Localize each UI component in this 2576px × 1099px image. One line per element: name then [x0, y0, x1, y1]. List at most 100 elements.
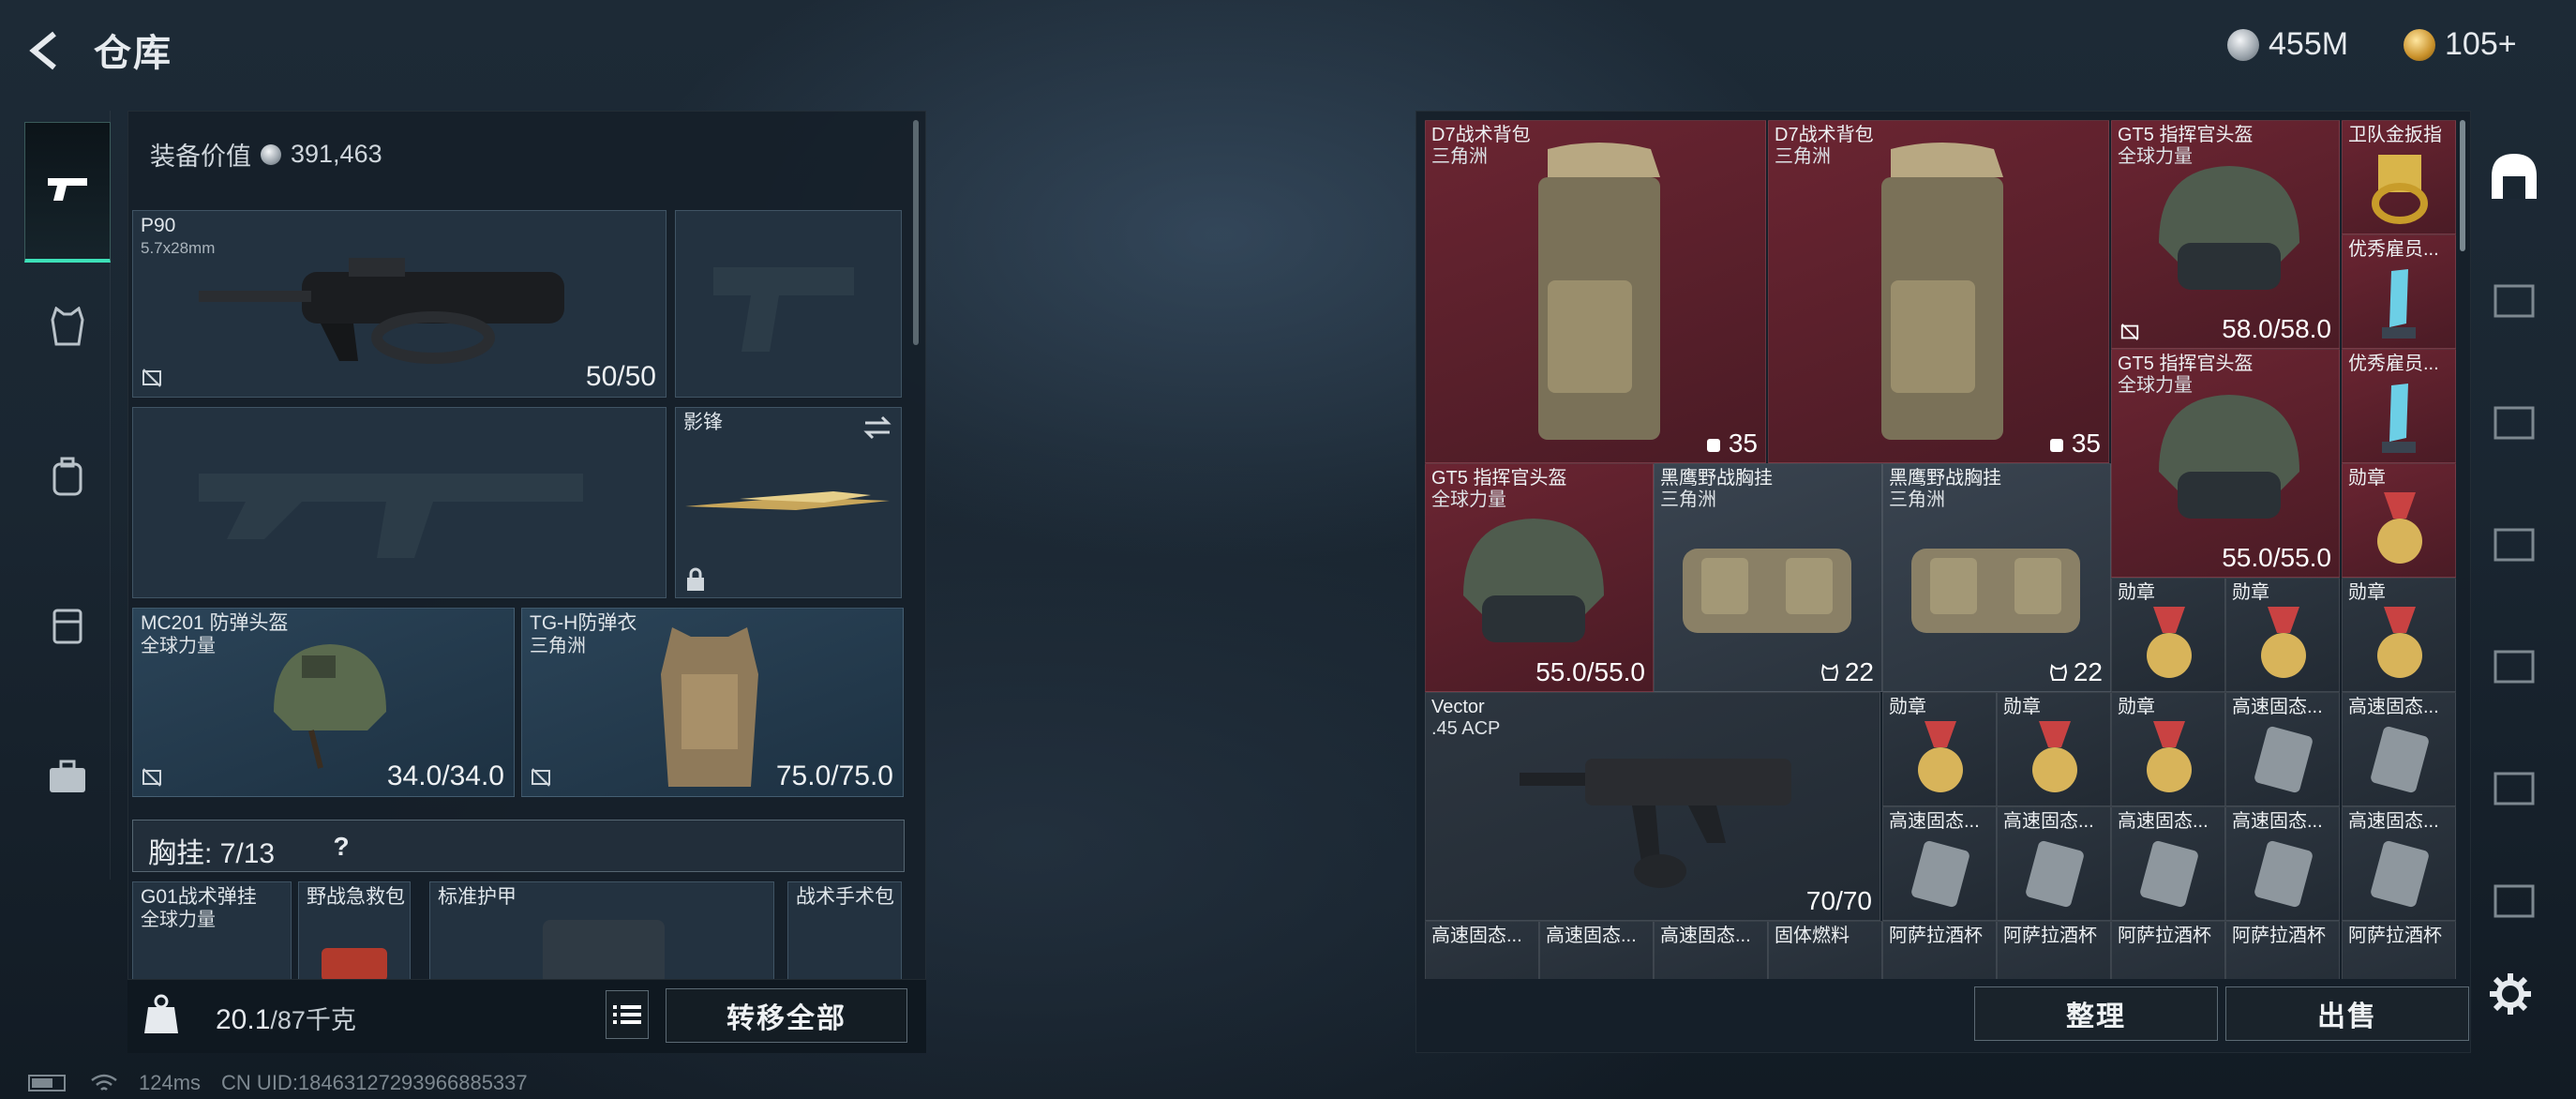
help-icon[interactable]: ? [322, 828, 360, 866]
sort-button[interactable]: 整理 [1974, 986, 2218, 1041]
stash-tab-3[interactable] [2480, 373, 2548, 467]
armor-vest-image [661, 627, 758, 787]
rig-item-name: 战术手术包 [796, 886, 894, 908]
item-name: 阿萨拉酒杯 [1889, 926, 1983, 946]
stash-tab-2[interactable] [2480, 251, 2548, 345]
stash-item-ssd[interactable]: 高速固态... [1539, 921, 1654, 979]
stash-item-asala-cup[interactable]: 阿萨拉酒杯 [2225, 921, 2340, 979]
stash-item-medal[interactable]: 勋章 [2225, 578, 2340, 692]
weapon-durability: 50/50 [585, 361, 656, 392]
stash-item-ssd[interactable]: 高速固态... [1997, 806, 2111, 921]
gold-currency[interactable]: 105+ [2404, 26, 2517, 63]
item-name: GT5 指挥官头盔 [2118, 125, 2254, 145]
no-insurance-icon [532, 768, 550, 787]
sell-button[interactable]: 出售 [2225, 986, 2469, 1041]
stash-item-employee-award[interactable]: 优秀雇员... [2342, 349, 2456, 463]
vest-icon [51, 307, 84, 346]
swap-icon[interactable] [861, 414, 893, 442]
item-name: 高速固态... [2232, 697, 2323, 717]
rail-armor-tab[interactable] [24, 279, 111, 373]
stash-item-medal[interactable]: 勋章 [1882, 692, 1997, 806]
stash-item-asala-cup[interactable]: 阿萨拉酒杯 [1997, 921, 2111, 979]
stash-item-asala-cup[interactable]: 阿萨拉酒杯 [1882, 921, 1997, 979]
stash-item-ssd[interactable]: 高速固态... [1882, 806, 1997, 921]
stash-item-asala-cup[interactable]: 阿萨拉酒杯 [2111, 921, 2225, 979]
medal-image [1918, 721, 1963, 792]
item-faction: 三角洲 [1431, 146, 1488, 167]
stash-item-ssd[interactable]: 高速固态... [1425, 921, 1539, 979]
stash-tab-4[interactable] [2480, 495, 2548, 589]
status-bar: 124ms CN UID:18463127293966885337 [28, 1071, 528, 1095]
stash-item-vector-smg[interactable]: Vector .45 ACP 70/70 [1425, 692, 1880, 921]
stash-item-medal[interactable]: 勋章 [2111, 692, 2225, 806]
stash-item-medal[interactable]: 勋章 [2111, 578, 2225, 692]
stash-item-medal[interactable]: 勋章 [2342, 578, 2456, 692]
stash-tab-6[interactable] [2480, 739, 2548, 833]
item-faction: 三角洲 [1775, 146, 1831, 167]
list-view-button[interactable] [606, 990, 649, 1039]
transfer-all-button[interactable]: 转移全部 [666, 988, 907, 1043]
stash-tab-7[interactable] [2480, 851, 2548, 945]
item-capacity: 22 [2073, 657, 2103, 686]
user-id: CN UID:18463127293966885337 [221, 1071, 528, 1094]
primary-weapon-slot[interactable]: P90 5.7x28mm 50/50 [132, 210, 666, 398]
gold-amount: 105+ [2445, 26, 2517, 62]
stash-item-medal[interactable]: 勋章 [1997, 692, 2111, 806]
carry-weight: 20.1/87千克 [216, 1000, 356, 1036]
rig-capacity-icon [2049, 664, 2067, 681]
backpack-icon [52, 457, 82, 496]
rig-capacity-icon [1820, 664, 1838, 681]
rail-weapons-tab[interactable] [24, 122, 111, 263]
item-faction: 三角洲 [1660, 489, 1716, 510]
item-name: D7战术背包 [1431, 125, 1531, 145]
back-arrow-icon[interactable] [22, 28, 67, 73]
item-name: 勋章 [2348, 468, 2386, 489]
storage-box-icon [2494, 284, 2535, 318]
settings-gear-icon[interactable] [2488, 971, 2533, 1016]
body-armor-slot[interactable]: TG-H防弹衣 三角洲 75.0/75.0 [521, 608, 904, 797]
storage-box-icon [2494, 772, 2535, 805]
stash-tabs-rail [2475, 120, 2561, 926]
item-name: 高速固态... [1431, 926, 1522, 946]
storage-box-icon [2494, 884, 2535, 918]
rig-item-2[interactable]: 野战急救包 [298, 881, 411, 981]
stash-item-gt5-helmet[interactable]: GT5 指挥官头盔 全球力量 55.0/55.0 [2111, 349, 2340, 578]
page-title: 仓库 [94, 33, 172, 74]
stash-item-solid-fuel[interactable]: 固体燃料 [1768, 921, 1882, 979]
rail-chest-rig-tab[interactable] [24, 580, 111, 673]
stash-item-blackhawk-rig[interactable]: 黑鹰野战胸挂 三角洲 22 [1882, 463, 2111, 692]
stash-item-ssd[interactable]: 高速固态... [2225, 806, 2340, 921]
stash-item-asala-cup[interactable]: 阿萨拉酒杯 [2342, 921, 2456, 979]
stash-item-ssd[interactable]: 高速固态... [2342, 692, 2456, 806]
stash-item-blackhawk-rig[interactable]: 黑鹰野战胸挂 三角洲 22 [1654, 463, 1882, 692]
melee-slot[interactable]: 影锋 [675, 407, 902, 598]
stash-item-d7-backpack[interactable]: D7战术背包 三角洲 35 [1768, 120, 2109, 463]
stash-item-gt5-helmet[interactable]: GT5 指挥官头盔 全球力量 55.0/55.0 [1425, 463, 1654, 692]
stash-item-ssd[interactable]: 高速固态... [2111, 806, 2225, 921]
stash-item-ssd[interactable]: 高速固态... [2225, 692, 2340, 806]
backpack-capacity-icon [1706, 439, 1720, 452]
rig-item-4[interactable]: 战术手术包 [787, 881, 902, 981]
loadout-scrollbar[interactable] [913, 120, 919, 345]
stash-item-medal[interactable]: 勋章 [2342, 463, 2456, 578]
stash-item-gold-ring[interactable]: 卫队金扳指 [2342, 120, 2456, 234]
stash-tab-5[interactable] [2480, 617, 2548, 711]
helmet-slot[interactable]: MC201 防弹头盔 全球力量 34.0/34.0 [132, 608, 515, 797]
rig-item-1[interactable]: G01战术弹挂 全球力量 [132, 881, 292, 981]
item-name: 阿萨拉酒杯 [2232, 926, 2326, 946]
ssd-image [2254, 726, 2313, 793]
stash-item-ssd[interactable]: 高速固态... [2342, 806, 2456, 921]
pistol-slot-empty[interactable] [675, 210, 902, 398]
helmet-image [2159, 395, 2299, 519]
stash-item-ssd[interactable]: 高速固态... [1654, 921, 1768, 979]
secondary-weapon-slot-empty[interactable] [132, 407, 666, 598]
stash-scrollbar[interactable] [2460, 120, 2465, 251]
stash-item-d7-backpack[interactable]: D7战术背包 三角洲 35 [1425, 120, 1766, 463]
no-insurance-icon [2120, 324, 2139, 340]
stash-item-employee-award[interactable]: 优秀雇员... [2342, 234, 2456, 349]
stash-item-gt5-helmet[interactable]: GT5 指挥官头盔 全球力量 58.0/58.0 [2111, 120, 2340, 349]
rail-backpack-tab[interactable] [24, 429, 111, 523]
rig-item-3[interactable]: 标准护甲 [429, 881, 774, 981]
rail-case-tab[interactable] [24, 730, 111, 823]
stash-tab-main[interactable] [2480, 129, 2548, 223]
